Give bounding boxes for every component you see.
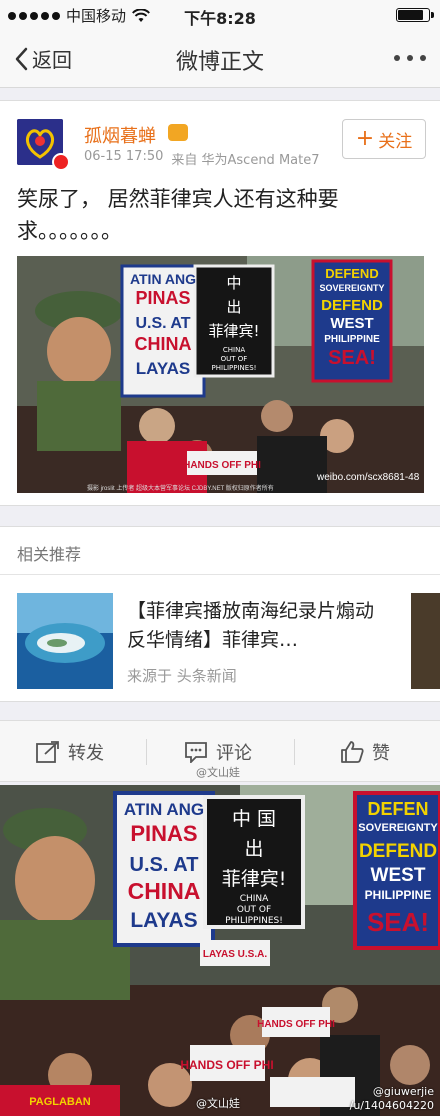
sign-2-cn: 出 (226, 298, 241, 316)
watermark-bottom-right: /u/1404604220 (349, 1099, 434, 1112)
related-thumbnail (17, 593, 113, 689)
repost-button[interactable]: 转发 (36, 721, 104, 783)
plus-icon: + (355, 126, 375, 151)
weibo-post: 孤烟暮蝉 06-15 17:50 来自 华为Ascend Mate7 + 关注 … (0, 100, 440, 506)
bottom-sign-small: HANDS OFF PHI (180, 1058, 273, 1072)
image-sign-1: ATIN ANG PINAS U.S. AT CHINA LAYAS (130, 271, 196, 378)
sign-2-en: OUT OF (221, 355, 248, 363)
bottom-sign-small: LAYAS U.S.A. (203, 949, 268, 960)
thumbs-up-icon (341, 741, 364, 763)
related-card[interactable]: 【菲律宾播放南海纪录片煽动反华情绪】菲律宾… 来源于 头条新闻 (0, 574, 440, 702)
related-title: 【菲律宾播放南海纪录片煽动反华情绪】菲律宾… (127, 600, 375, 651)
bottom-sign-3-line: DEFEN (367, 799, 428, 819)
image-sign-small: HANDS OFF PHI (183, 460, 261, 471)
bottom-sign-2-cn: 菲律宾! (222, 868, 287, 890)
like-button[interactable]: 赞 (340, 721, 390, 783)
bottom-sign-1-line: U.S. AT (130, 854, 199, 876)
bottom-sign-2-en: PHILIPPINES! (225, 916, 283, 926)
image-caption: 摄影 jroslit 上传者 超级大本营军事论坛 CJDBY.NET 版权归原作… (87, 484, 274, 492)
post-image[interactable]: ATIN ANG PINAS U.S. AT CHINA LAYAS 中 出 菲… (17, 256, 424, 493)
repost-label: 转发 (68, 743, 104, 764)
related-thumbnail-2[interactable] (411, 593, 440, 689)
bottom-sign-3-line: WEST (371, 865, 426, 886)
status-time: 下午8:28 (184, 9, 256, 28)
image-watermark: weibo.com/scx8681-48 (316, 472, 420, 483)
repost-icon (36, 741, 59, 763)
sign-3-line: SOVEREIGNTY (319, 283, 384, 293)
follow-label: 关注 (378, 131, 413, 152)
bottom-sign-2-cn: 中 国 (232, 808, 276, 830)
battery-icon (396, 8, 434, 22)
related-source: 来源于 头条新闻 (127, 667, 237, 685)
user-name[interactable]: 孤烟暮蝉 (84, 122, 156, 148)
status-bar: 中国移动 下午8:28 (0, 0, 440, 30)
battery-fill (398, 10, 423, 20)
post-meta: 06-15 17:50 来自 华为Ascend Mate7 (84, 149, 320, 168)
sign-2-cn: 菲律宾! (208, 322, 259, 340)
sign-3-line: DEFEND (325, 266, 378, 281)
comment-icon (185, 742, 207, 763)
watermark-mid: @文山娃 (196, 766, 240, 779)
bottom-sign-1-line: PINAS (130, 821, 197, 846)
bottom-sign-2-en: OUT OF (237, 905, 271, 915)
sign-1-line: LAYAS (136, 359, 191, 378)
sign-3-line: PHILIPPINE (324, 334, 380, 345)
sign-3-line: WEST (330, 315, 373, 332)
vip-crown-icon (168, 124, 188, 141)
bottom-sign-2-en: CHINA (240, 894, 269, 904)
post-source: 来自 华为Ascend Mate7 (171, 153, 320, 168)
post-text: 笑尿了， 居然菲律宾人还有这种要求。。。。。。。 (17, 187, 339, 243)
sign-3-line: DEFEND (321, 297, 383, 314)
bottom-sign-1-line: CHINA (128, 878, 201, 904)
watermark-bottom-right: @giuwerjie (372, 1085, 434, 1098)
bottom-sign-3-line: DEFEND (359, 841, 437, 862)
sign-1-line: CHINA (135, 334, 192, 354)
sign-2-en: PHILIPPINES! (212, 364, 257, 372)
bottom-sign-3-line: SOVEREIGNTY (358, 822, 438, 834)
sign-1-line: U.S. AT (135, 315, 190, 332)
bottom-sign-3-line: SEA! (367, 907, 429, 937)
related-header-label: 相关推荐 (17, 545, 82, 564)
bottom-sign-small: PAGLABAN (29, 1096, 91, 1108)
sign-1-line: PINAS (135, 288, 190, 308)
page-title: 微博正文 (175, 50, 264, 75)
bottom-sign-1-line: LAYAS (130, 909, 197, 932)
sign-1-line: ATIN ANG (130, 271, 196, 287)
bottom-sign-2-cn: 出 (244, 838, 263, 860)
bottom-sign-3-line: PHILIPPINE (365, 888, 432, 902)
sign-3-line: SEA! (328, 347, 376, 369)
post-date: 06-15 17:50 (84, 149, 164, 164)
bottom-sign-small: HANDS OFF PHI (257, 1019, 335, 1030)
verified-badge-icon (52, 153, 70, 171)
comment-label: 评论 (216, 743, 252, 764)
nav-bar: 返回 微博正文 (0, 30, 440, 88)
sign-2-en: CHINA (223, 346, 245, 354)
watermark-bottom-left: @文山娃 (196, 1097, 240, 1110)
more-options-icon[interactable] (394, 55, 426, 61)
follow-button[interactable]: + 关注 (342, 119, 426, 159)
sign-2-cn: 中 (226, 274, 241, 292)
bottom-image: ATIN ANG PINAS U.S. AT CHINA LAYAS 中 国 出… (0, 785, 440, 1116)
bottom-sign-1-line: ATIN ANG (124, 800, 204, 819)
like-label: 赞 (372, 743, 390, 764)
related-header: 相关推荐 (0, 526, 440, 574)
